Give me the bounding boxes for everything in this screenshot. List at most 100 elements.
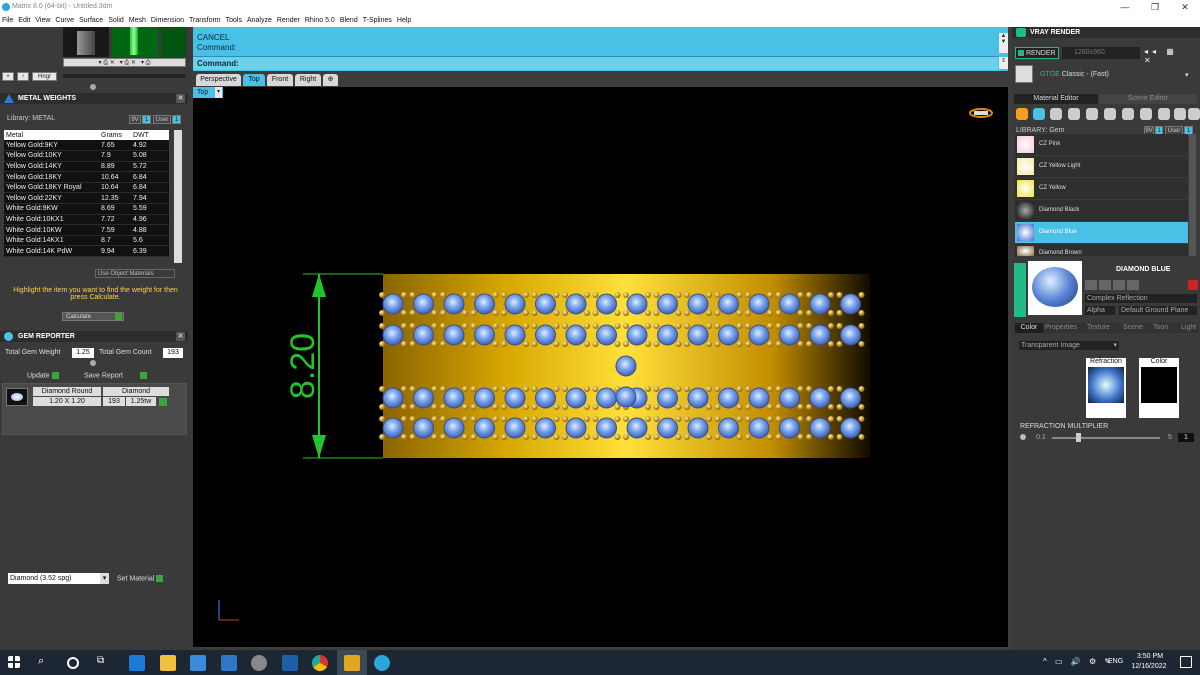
task-view-icon[interactable]: ⧉ — [97, 655, 113, 671]
bulb-icon[interactable] — [1188, 108, 1200, 120]
tab-front[interactable]: Front — [267, 74, 293, 86]
menu-tsplines[interactable]: T-Splines — [361, 14, 395, 27]
arrow-down-icon-3[interactable]: ▾ ⎙ — [141, 60, 150, 66]
complex-reflection-select[interactable]: Complex Reflection — [1085, 294, 1197, 303]
tab-perspective[interactable]: Perspective — [196, 74, 241, 86]
library-9v-button[interactable]: 9V — [129, 115, 141, 124]
collapse-arrow-icon[interactable] — [1014, 263, 1026, 317]
tree-icon[interactable] — [1158, 108, 1170, 120]
list-item[interactable]: CZ Pink — [1015, 134, 1188, 155]
cloud-icon[interactable] — [1174, 108, 1186, 120]
grid-icon[interactable] — [1086, 108, 1098, 120]
viewport[interactable]: Top ▾ 8.20 — [193, 87, 1008, 647]
table-row[interactable]: Yellow Gold:18KY 10.64 6.84 — [4, 171, 169, 183]
menu-blend[interactable]: Blend — [338, 14, 361, 27]
close-button[interactable]: ✕ — [1170, 0, 1200, 14]
matrix-icon[interactable] — [344, 655, 360, 671]
tab-light[interactable]: Light — [1181, 323, 1196, 333]
slider-thumb[interactable] — [1076, 433, 1081, 442]
thumbnail-green-2[interactable] — [161, 27, 186, 57]
ground-plane-select[interactable]: Default Ground Plane — [1119, 306, 1197, 315]
command-input[interactable]: Command: — [193, 56, 998, 70]
table-row[interactable]: Yellow Gold:22KY 12.35 7.94 — [4, 192, 169, 205]
table-row[interactable]: White Gold:10KW 7.59 4.88 — [4, 224, 169, 236]
thumbnail-scrollbar[interactable] — [63, 74, 185, 78]
sphere-icon[interactable] — [1050, 108, 1062, 120]
library-user-button[interactable]: User — [153, 115, 171, 124]
alpha-select[interactable]: Alpha — [1085, 306, 1115, 315]
gem-row-go-icon[interactable] — [159, 398, 167, 406]
tab-right[interactable]: Right — [295, 74, 321, 86]
hatch-icon[interactable] — [1104, 108, 1116, 120]
list-item[interactable]: Diamond Black — [1015, 200, 1188, 221]
matrix8-icon[interactable] — [374, 655, 390, 671]
table-row[interactable]: Yellow Gold:14KY 8.89 5.72 — [4, 161, 169, 173]
hinge-button[interactable]: Hngr — [32, 72, 57, 81]
menu-mesh[interactable]: Mesh — [127, 14, 149, 27]
clock-time[interactable]: 3:50 PM — [1133, 653, 1167, 660]
file-explorer-icon[interactable] — [160, 655, 176, 671]
drop-icon[interactable] — [1016, 108, 1028, 120]
table-scrollbar[interactable] — [174, 130, 182, 263]
menu-view[interactable]: View — [33, 14, 53, 27]
gumball-icon[interactable] — [969, 108, 993, 118]
calculate-button[interactable]: Calculate — [62, 312, 124, 321]
chrome-icon[interactable] — [312, 655, 328, 671]
preset-select[interactable]: GTGE Classic - (Fast) ▾ — [1040, 71, 1189, 79]
windows-start-icon[interactable] — [8, 656, 20, 668]
table-row[interactable]: White Gold:10KX1 7.72 4.96 — [4, 214, 169, 226]
mail-icon[interactable] — [221, 655, 237, 671]
color-swatch[interactable]: Color — [1139, 358, 1179, 418]
menu-solid[interactable]: Solid — [106, 14, 127, 27]
table-row[interactable]: Yellow Gold:18KY Royal 10.64 6.84 — [4, 182, 169, 194]
splitter-handle[interactable] — [90, 84, 96, 90]
checker-icon[interactable] — [1122, 108, 1134, 120]
menu-dimension[interactable]: Dimension — [149, 14, 187, 27]
menu-file[interactable]: File — [0, 14, 16, 27]
list-item[interactable]: CZ Yellow — [1015, 178, 1188, 199]
set-material-button[interactable]: Set Material — [117, 575, 164, 582]
tab-properties[interactable]: Properties — [1045, 323, 1077, 333]
refraction-swatch[interactable]: Refraction — [1086, 358, 1126, 418]
library-scrollbar[interactable] — [1189, 134, 1196, 256]
command-input-spinner[interactable]: ⇕ — [999, 57, 1008, 69]
notification-icon[interactable] — [1180, 656, 1192, 668]
cortana-icon[interactable] — [67, 657, 79, 669]
store-icon[interactable] — [190, 655, 206, 671]
slider-value[interactable]: 1 — [1178, 433, 1194, 442]
add-icon[interactable]: + — [2, 72, 14, 81]
tab-color[interactable]: Color — [1015, 323, 1043, 333]
material-select[interactable]: Diamond (3.52 spg) ▾ — [8, 573, 109, 584]
language-indicator[interactable]: ENG — [1108, 658, 1123, 665]
app-icon[interactable] — [251, 655, 267, 671]
close-icon[interactable]: ✕ — [176, 332, 185, 341]
save-report-button[interactable]: Save Report — [84, 372, 148, 379]
maximize-button[interactable]: ❐ — [1140, 0, 1170, 14]
tab-toon[interactable]: Toon — [1153, 323, 1168, 333]
update-button[interactable]: Update — [27, 372, 59, 379]
column-dwt[interactable]: DWT — [131, 130, 169, 140]
table-row[interactable]: White Gold:14K PdW 9.94 6.39 — [4, 245, 169, 258]
menu-transform[interactable]: Transform — [187, 14, 224, 27]
tab-scene[interactable]: Scene — [1123, 323, 1143, 333]
shade-icon[interactable] — [1068, 108, 1080, 120]
clock-date[interactable]: 12/16/2022 — [1129, 663, 1169, 670]
chart-icon[interactable] — [1099, 280, 1111, 290]
tab-scene-editor[interactable]: Scene Editor — [1099, 94, 1197, 104]
paste-icon[interactable] — [1127, 280, 1139, 290]
gem-library-icon[interactable] — [1033, 108, 1045, 120]
column-grams[interactable]: Grams — [99, 130, 131, 140]
resolution-field[interactable]: 1280x960 — [1062, 47, 1140, 59]
lock-icon[interactable] — [1020, 434, 1026, 440]
render-button[interactable]: RENDER — [1015, 47, 1059, 59]
list-item-selected[interactable]: Diamond Blue — [1015, 222, 1188, 243]
thumbnail-box[interactable] — [63, 27, 109, 57]
render-controls[interactable]: ◂◂ ▦ ✕ — [1144, 47, 1194, 65]
menu-render[interactable]: Render — [275, 14, 303, 27]
pin-icon[interactable]: ↑ — [17, 72, 29, 81]
search-icon[interactable]: ⌕ — [38, 655, 54, 671]
add-viewport-icon[interactable]: ⊕ — [323, 74, 338, 86]
library-user-count[interactable]: 1 — [172, 115, 181, 124]
splitter-handle[interactable] — [90, 360, 96, 366]
tray-icons[interactable]: ^ ▭ 🔊 ⚙ ✎ — [1043, 657, 1114, 666]
